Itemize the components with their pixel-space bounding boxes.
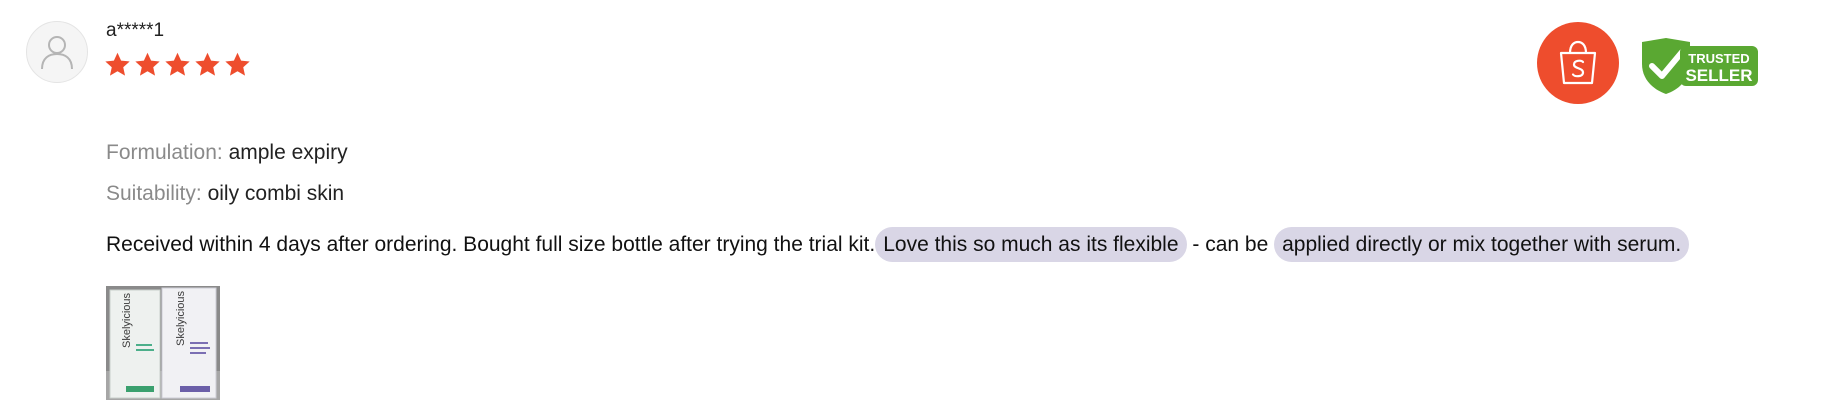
comment-text: Received within 4 days after ordering. B… <box>106 233 876 256</box>
suitability-value: oily combi skin <box>207 182 345 205</box>
suitability-label: Suitability: <box>106 182 202 205</box>
review-comment: Received within 4 days after ordering. B… <box>106 222 1690 268</box>
comment-highlight: applied directly or mix together with se… <box>1274 227 1690 262</box>
star-icon <box>105 52 130 76</box>
shopee-badge <box>1537 22 1619 104</box>
formulation-value: ample expiry <box>228 141 348 164</box>
comment-highlight: Love this so much as its flexible <box>875 227 1187 262</box>
shopee-bag-icon <box>1559 40 1597 85</box>
trusted-label: TRUSTED <box>1688 51 1749 66</box>
star-icon <box>225 52 250 76</box>
comment-text: - can be <box>1186 233 1275 256</box>
trusted-seller-badge: TRUSTED SELLER <box>1642 38 1758 94</box>
star-icon <box>135 52 160 76</box>
attribute-suitability: Suitability: oily combi skin <box>106 182 344 206</box>
product-photo: Skelyicious Skelyicious <box>106 286 220 400</box>
attribute-formulation: Formulation: ample expiry <box>106 141 348 165</box>
seller-label: SELLER <box>1685 66 1752 85</box>
photo-brand-text: Skelyicious <box>175 290 187 346</box>
photo-brand-text: Skelyicious <box>121 292 133 348</box>
star-icon <box>195 52 220 76</box>
star-rating <box>104 51 251 78</box>
review-photo[interactable]: Skelyicious Skelyicious <box>106 286 220 400</box>
user-avatar-icon <box>41 36 73 70</box>
product-review: a*****1 TRUSTED SELLER Formulation: ampl… <box>0 0 1829 412</box>
formulation-label: Formulation: <box>106 141 223 164</box>
user-avatar[interactable] <box>26 21 88 83</box>
star-icon <box>165 52 190 76</box>
reviewer-username: a*****1 <box>106 20 165 41</box>
